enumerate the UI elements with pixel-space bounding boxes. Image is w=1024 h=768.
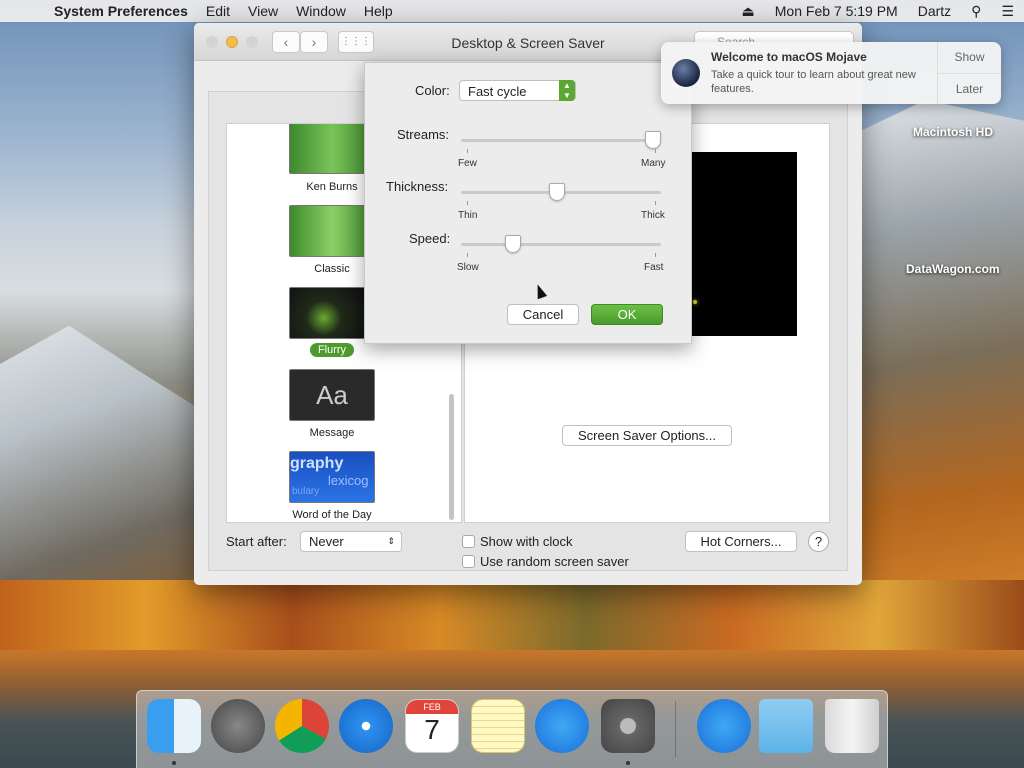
- thickness-label: Thickness:: [386, 179, 449, 194]
- color-popup[interactable]: Fast cycle ▲ ▼: [459, 80, 576, 101]
- saver-thumb-message[interactable]: Aa: [289, 369, 375, 421]
- saver-label-flurry: Flurry: [227, 343, 437, 357]
- thickness-max-label: Thick: [641, 210, 665, 221]
- calendar-month: FEB: [406, 700, 458, 714]
- saver-thumb-word-of-the-day[interactable]: graphy lexicog bulary: [289, 451, 375, 503]
- streams-slider-knob[interactable]: [645, 131, 661, 149]
- safari-icon[interactable]: [339, 699, 393, 753]
- dock: FEB 7: [136, 690, 888, 768]
- random-saver-checkbox[interactable]: [462, 555, 475, 568]
- wallpaper-mountain-right: [860, 100, 1024, 620]
- spotlight-icon[interactable]: ⚲: [961, 3, 991, 20]
- app-store-icon[interactable]: [697, 699, 751, 753]
- start-after-label: Start after:: [226, 534, 287, 549]
- popup-arrows-icon: ▲ ▼: [559, 80, 575, 101]
- thickness-min-label: Thin: [458, 210, 478, 221]
- start-after-popup[interactable]: Never ⇕: [300, 531, 402, 552]
- speed-max-label: Fast: [644, 262, 664, 273]
- thickness-slider-knob[interactable]: [549, 183, 565, 201]
- notification-later-button[interactable]: Later: [937, 73, 1001, 104]
- menu-help[interactable]: Help: [355, 3, 402, 19]
- show-with-clock-option[interactable]: Show with clock: [462, 534, 572, 549]
- notification-center-icon[interactable]: ☰: [991, 3, 1024, 20]
- saver-label-message: Message: [309, 427, 355, 439]
- flurry-options-sheet: Color: Fast cycle ▲ ▼ Streams: Few Many T…: [364, 62, 692, 344]
- launchpad-icon[interactable]: [211, 699, 265, 753]
- menu-window[interactable]: Window: [287, 3, 355, 19]
- streams-label: Streams:: [397, 127, 450, 142]
- show-with-clock-checkbox[interactable]: [462, 535, 475, 548]
- calendar-day: 7: [424, 714, 440, 745]
- speed-slider[interactable]: [461, 243, 661, 246]
- help-button[interactable]: ?: [808, 531, 829, 552]
- saver-thumb-flurry[interactable]: [289, 287, 375, 339]
- saver-label-word-of-the-day: Word of the Day: [292, 509, 372, 521]
- watermark-text: DataWagon.com: [906, 262, 1000, 276]
- menu-clock[interactable]: Mon Feb 7 5:19 PM: [765, 3, 908, 19]
- saver-thumb-ken-burns[interactable]: [289, 124, 375, 174]
- speed-slider-knob[interactable]: [504, 235, 521, 253]
- popup-arrows-icon: ⇕: [387, 536, 395, 546]
- notes-icon[interactable]: [471, 699, 525, 753]
- menu-app-name[interactable]: System Preferences: [54, 3, 197, 19]
- list-scrollbar[interactable]: [449, 394, 454, 520]
- desktop-disk-label[interactable]: Macintosh HD: [913, 125, 993, 139]
- preview-screen: [691, 152, 797, 336]
- ok-button[interactable]: OK: [591, 304, 663, 325]
- calendar-icon[interactable]: FEB 7: [405, 699, 459, 753]
- saver-thumb-classic[interactable]: [289, 205, 375, 257]
- app-store-icon[interactable]: [535, 699, 589, 753]
- system-preferences-icon[interactable]: [601, 699, 655, 753]
- streams-slider[interactable]: [461, 139, 661, 142]
- streams-max-label: Many: [641, 158, 666, 169]
- notification-banner[interactable]: Welcome to macOS Mojave Take a quick tou…: [661, 42, 1001, 104]
- notification-show-button[interactable]: Show: [937, 42, 1001, 73]
- streams-min-label: Few: [458, 158, 477, 169]
- finder-icon[interactable]: [147, 699, 201, 753]
- wallpaper-foliage: [0, 580, 1024, 655]
- menu-edit[interactable]: Edit: [197, 3, 239, 19]
- trash-icon[interactable]: [825, 699, 879, 753]
- cancel-button[interactable]: Cancel: [507, 304, 579, 325]
- notification-body: Take a quick tour to learn about great n…: [711, 69, 916, 95]
- mojave-icon: [672, 59, 700, 87]
- speed-min-label: Slow: [457, 262, 479, 273]
- menu-bar: System Preferences Edit View Window Help…: [0, 0, 1024, 22]
- screen-saver-options-button[interactable]: Screen Saver Options...: [562, 425, 732, 446]
- color-label: Color:: [415, 83, 450, 98]
- menu-view[interactable]: View: [239, 3, 287, 19]
- menu-user[interactable]: Dartz: [908, 3, 961, 19]
- chrome-icon[interactable]: [275, 699, 329, 753]
- random-saver-option[interactable]: Use random screen saver: [462, 554, 629, 569]
- eject-icon[interactable]: ⏏: [732, 3, 765, 20]
- notification-title: Welcome to macOS Mojave: [711, 50, 867, 64]
- downloads-folder-icon[interactable]: [759, 699, 813, 753]
- speed-label: Speed:: [409, 231, 451, 246]
- hot-corners-button[interactable]: Hot Corners...: [685, 531, 797, 552]
